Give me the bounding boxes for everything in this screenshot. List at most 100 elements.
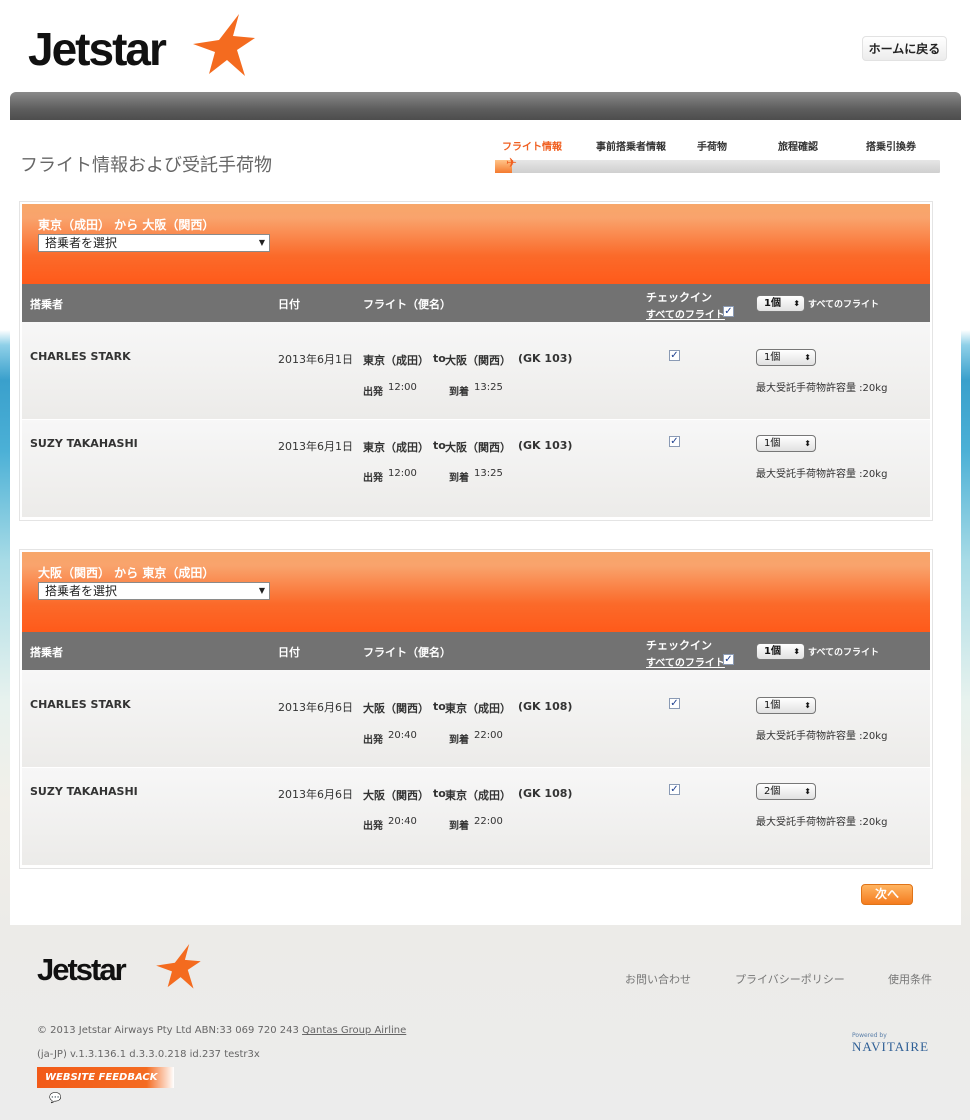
depart-label: 出発 (363, 473, 383, 484)
footer-link-privacy[interactable]: プライバシーポリシー (735, 971, 845, 987)
star-logo-icon (156, 944, 201, 989)
route-title: 大阪（関西） から 東京（成田） (38, 566, 215, 580)
passenger-name: CHARLES STARK (30, 698, 131, 711)
flight-from: 東京（成田） (363, 354, 429, 367)
passenger-select[interactable]: 搭乗者を選択 ▼ (38, 582, 270, 600)
website-feedback-button[interactable]: WEBSITE FEEDBACK 💬 (37, 1067, 174, 1104)
powered-by: Powered by (852, 1032, 887, 1039)
bag-select[interactable]: 1個 ⬍ (756, 697, 816, 714)
flight-date: 2013年6月1日 (278, 440, 353, 453)
checkin-checkbox[interactable]: ✓ (669, 350, 680, 361)
bag-select[interactable]: 1個 ⬍ (756, 435, 816, 452)
flight-date: 2013年6月6日 (278, 701, 353, 714)
home-button[interactable]: ホームに戻る (862, 36, 947, 61)
select-value: 搭乗者を選択 (45, 236, 118, 250)
progress-bar: ✈ (495, 156, 940, 173)
bag-all-select[interactable]: 1個 ⬍ (756, 643, 805, 660)
checkin-all-checkbox[interactable]: ✓ (723, 654, 734, 665)
arrive-time: 22:00 (474, 730, 503, 741)
table-row: SUZY TAKAHASHI 2013年6月6日 大阪（関西） to 東京（成田… (22, 768, 930, 866)
arrive-label: 到着 (449, 387, 469, 398)
route-title: 東京（成田） から 大阪（関西） (38, 218, 215, 232)
flight-from: 東京（成田） (363, 441, 429, 454)
passenger-select[interactable]: 搭乗者を選択 ▼ (38, 234, 270, 252)
arrive-time: 13:25 (474, 468, 503, 479)
flight-to: 大阪（関西） (445, 441, 511, 454)
max-allowance: 最大受託手荷物許容量 :20kg (756, 383, 888, 394)
jetstar-logo[interactable]: Jetstar (28, 22, 167, 76)
col-passenger: 搭乗者 (30, 646, 63, 659)
updown-icon: ⬍ (804, 701, 811, 710)
flight-to: 東京（成田） (445, 702, 511, 715)
flight-from: 大阪（関西） (363, 702, 429, 715)
checkin-all-link[interactable]: すべてのフライト (646, 306, 725, 321)
bag-all-select[interactable]: 1個 ⬍ (756, 295, 805, 312)
bag-all-value: 1個 (764, 298, 781, 309)
navitaire-text: NAVITAIRE (852, 1039, 930, 1054)
col-date: 日付 (278, 298, 300, 311)
depart-time: 12:00 (388, 468, 417, 479)
route-header: 大阪（関西） から 東京（成田） 搭乗者を選択 ▼ (22, 552, 930, 632)
footer-link-terms[interactable]: 使用条件 (888, 971, 932, 987)
step-flight-info: フライト情報 (502, 142, 562, 153)
depart-time: 12:00 (388, 382, 417, 393)
bag-select[interactable]: 1個 ⬍ (756, 349, 816, 366)
depart-label: 出発 (363, 735, 383, 746)
flight-to: 大阪（関西） (445, 354, 511, 367)
bag-all-label: すべてのフライト (808, 648, 880, 658)
checkin-checkbox[interactable]: ✓ (669, 698, 680, 709)
arrive-time: 22:00 (474, 816, 503, 827)
updown-icon: ⬍ (804, 439, 811, 448)
header: Jetstar ホームに戻る (0, 0, 970, 92)
select-value: 搭乗者を選択 (45, 584, 118, 598)
depart-time: 20:40 (388, 730, 417, 741)
route-header: 東京（成田） から 大阪（関西） 搭乗者を選択 ▼ (22, 204, 930, 284)
checkin-all-checkbox[interactable]: ✓ (723, 306, 734, 317)
step-boarding-pass: 搭乗引換券 (866, 142, 916, 153)
step-baggage: 手荷物 (697, 142, 727, 153)
table-row: SUZY TAKAHASHI 2013年6月1日 東京（成田） to 大阪（関西… (22, 420, 930, 518)
passenger-name: SUZY TAKAHASHI (30, 437, 138, 450)
bag-value: 1個 (764, 352, 781, 363)
step-passenger-info: 事前搭乗者情報 (596, 142, 666, 153)
col-checkin: チェックイン (646, 639, 712, 652)
bag-select[interactable]: 2個 ⬍ (756, 783, 816, 800)
bag-all-value: 1個 (764, 646, 781, 657)
star-logo-icon (193, 14, 255, 76)
col-flight: フライト（便名） (363, 646, 451, 659)
footer-logo[interactable]: Jetstar (37, 952, 127, 988)
max-allowance: 最大受託手荷物許容量 :20kg (756, 469, 888, 480)
feedback-label: WEBSITE FEEDBACK (45, 1072, 158, 1083)
bag-value: 1個 (764, 700, 781, 711)
route-section-return: 大阪（関西） から 東京（成田） 搭乗者を選択 ▼ 搭乗者 日付 フライト（便名… (19, 549, 933, 869)
plane-icon: ✈ (506, 156, 517, 171)
flight-number: (GK 103) (518, 352, 573, 365)
updown-icon: ⬍ (804, 353, 811, 362)
col-date: 日付 (278, 646, 300, 659)
col-checkin: チェックイン (646, 291, 712, 304)
version-info: (ja-JP) v.1.3.136.1 d.3.3.0.218 id.237 t… (37, 1049, 260, 1060)
page-title: フライト情報および受託手荷物 (20, 155, 272, 176)
col-flight: フライト（便名） (363, 298, 451, 311)
next-button[interactable]: 次へ (861, 884, 913, 905)
flight-date: 2013年6月1日 (278, 353, 353, 366)
flight-to-label: to (433, 787, 446, 800)
table-row: CHARLES STARK 2013年6月1日 東京（成田） to 大阪（関西）… (22, 322, 930, 420)
arrive-time: 13:25 (474, 382, 503, 393)
flight-to-label: to (433, 439, 446, 452)
qantas-link[interactable]: Qantas Group Airline (302, 1025, 406, 1036)
route-section-outbound: 東京（成田） から 大阪（関西） 搭乗者を選択 ▼ 搭乗者 日付 フライト（便名… (19, 201, 933, 521)
flight-to-label: to (433, 352, 446, 365)
flight-date: 2013年6月6日 (278, 788, 353, 801)
flight-to-label: to (433, 700, 446, 713)
depart-time: 20:40 (388, 816, 417, 827)
arrive-label: 到着 (449, 821, 469, 832)
checkin-checkbox[interactable]: ✓ (669, 436, 680, 447)
checkin-checkbox[interactable]: ✓ (669, 784, 680, 795)
footer-link-contact[interactable]: お問い合わせ (625, 971, 691, 987)
updown-icon: ⬍ (793, 647, 800, 656)
flight-to: 東京（成田） (445, 789, 511, 802)
flight-number: (GK 103) (518, 439, 573, 452)
checkin-all-link[interactable]: すべてのフライト (646, 654, 725, 669)
col-passenger: 搭乗者 (30, 298, 63, 311)
